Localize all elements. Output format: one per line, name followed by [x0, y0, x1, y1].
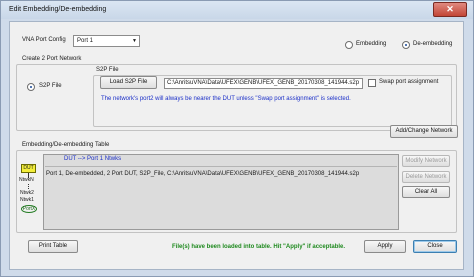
- delete-network-button[interactable]: Delete Network: [402, 171, 450, 183]
- s2p-file-path-field[interactable]: C:\AnritsuVNA\Data\UFEX\GENB\UFEX_GENB_2…: [164, 78, 363, 89]
- vna-port-config-label: VNA Port Config: [22, 37, 66, 43]
- print-table-button[interactable]: Print Table: [28, 240, 78, 253]
- port-x-oval: PortX: [21, 205, 37, 213]
- table-divider: [45, 166, 397, 167]
- embedding-label: Embedding: [356, 41, 387, 47]
- de-embedding-radio[interactable]: [402, 41, 410, 49]
- close-icon: ✕: [446, 4, 454, 14]
- port-assignment-note: The network's port2 will always be neare…: [101, 96, 351, 102]
- de-embedding-label: De-embedding: [413, 41, 453, 47]
- connector-dots: [28, 184, 29, 189]
- s2p-file-group-label: S2P File: [96, 67, 119, 73]
- add-change-network-button[interactable]: Add/Change Network: [390, 125, 458, 138]
- s2p-file-type-label: S2P File: [39, 83, 62, 89]
- ntwk-2-label: Ntwk2: [20, 190, 34, 196]
- window-title: Edit Embedding/De-embedding: [9, 6, 107, 13]
- dut-label: DUT: [23, 165, 34, 171]
- status-message: File(s) have been loaded into table. Hit…: [172, 244, 346, 250]
- s2p-file-radio[interactable]: [27, 83, 35, 91]
- ntwk-n-label: NtwkN: [19, 177, 34, 183]
- network-table[interactable]: DUT --> Port 1 Ntwks Port 1, De-embedded…: [43, 154, 399, 230]
- close-button[interactable]: Close: [413, 240, 457, 253]
- chevron-down-icon: ▼: [132, 38, 137, 44]
- apply-button[interactable]: Apply: [364, 240, 406, 253]
- title-bar[interactable]: Edit Embedding/De-embedding ✕: [1, 1, 473, 19]
- port-x-label: PortX: [22, 206, 36, 212]
- dut-block: DUT: [21, 164, 36, 173]
- swap-port-label: Swap port assignment: [379, 79, 439, 85]
- modify-network-button[interactable]: Modify Network: [402, 155, 450, 167]
- vna-port-selected-value: Port 1: [77, 38, 94, 44]
- ntwk-1-label: Ntwk1: [20, 197, 34, 203]
- dialog-window: Edit Embedding/De-embedding ✕ VNA Port C…: [0, 0, 474, 277]
- table-group-label: Embedding/De-embedding Table: [22, 142, 110, 148]
- create-network-label: Create 2 Port Network: [22, 56, 82, 62]
- table-header: DUT --> Port 1 Ntwks: [64, 156, 122, 162]
- dialog-client-area: VNA Port Config Port 1 ▼ Embedding De-em…: [9, 21, 464, 270]
- vna-port-config-dropdown[interactable]: Port 1 ▼: [73, 35, 140, 47]
- swap-port-checkbox[interactable]: [368, 79, 376, 87]
- window-close-button[interactable]: ✕: [433, 2, 467, 17]
- load-s2p-file-button[interactable]: Load S2P File: [100, 76, 157, 89]
- clear-all-button[interactable]: Clear All: [402, 186, 450, 198]
- table-row[interactable]: Port 1, De-embedded, 2 Port DUT, S2P_Fil…: [46, 171, 359, 177]
- embedding-radio[interactable]: [345, 41, 353, 49]
